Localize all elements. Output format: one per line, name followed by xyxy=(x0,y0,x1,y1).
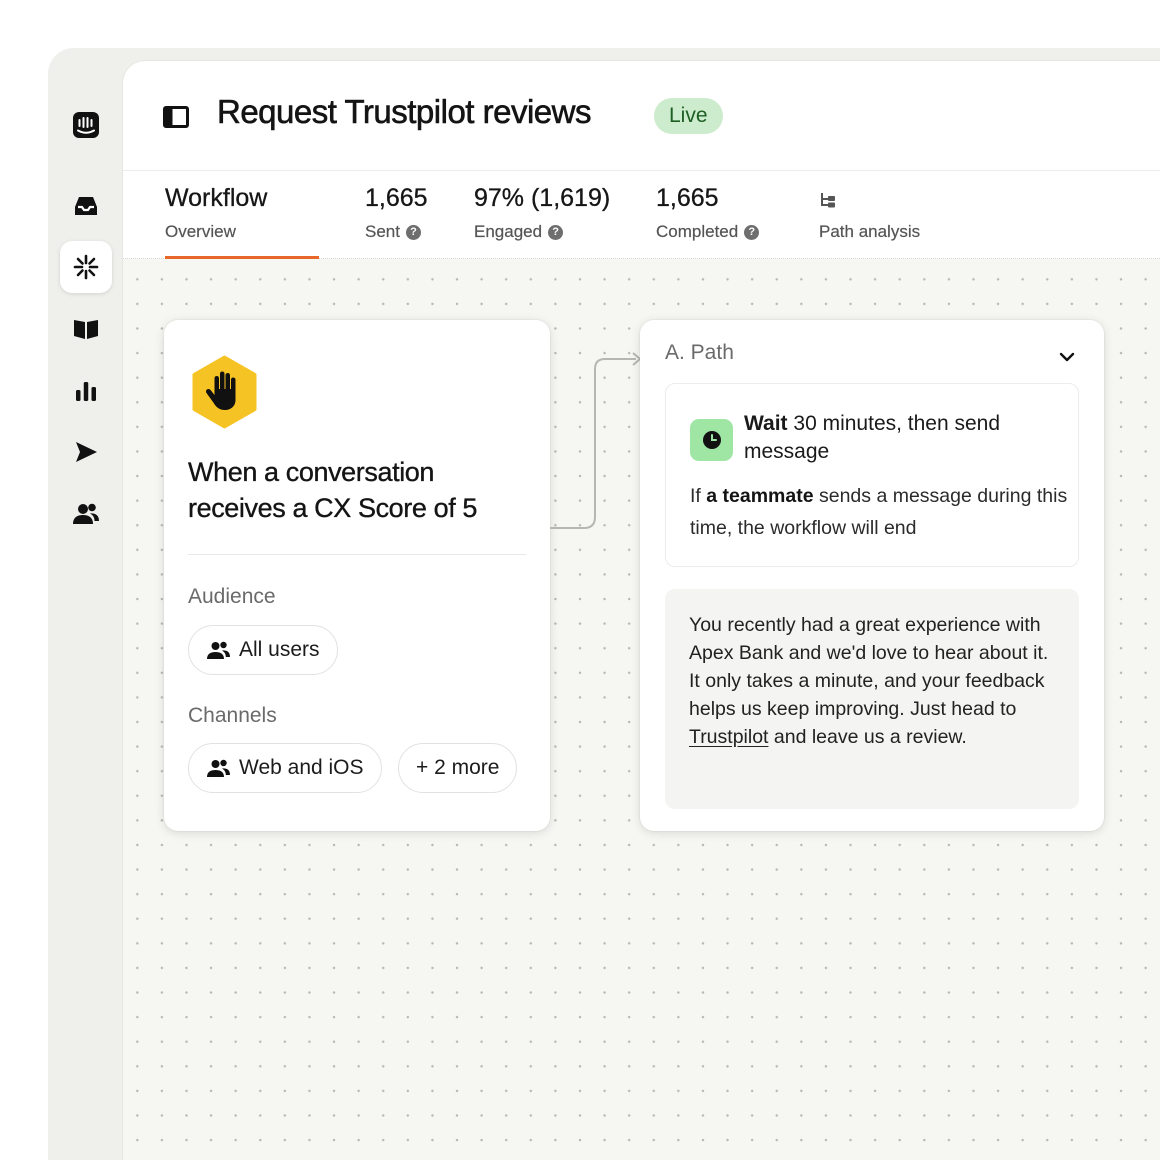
chevron-down-icon[interactable] xyxy=(1057,347,1077,367)
stat-completed[interactable]: 1,665 Completed ? xyxy=(656,171,786,259)
stat-sent-label: Sent ? xyxy=(365,222,421,242)
wait-step[interactable]: Wait 30 minutes, then send message If a … xyxy=(665,383,1079,567)
help-icon[interactable]: ? xyxy=(744,224,760,240)
users-icon xyxy=(207,759,230,777)
path-analysis-label: Path analysis xyxy=(819,222,921,241)
workflow-editor: Request Trustpilot reviews Live Workflow… xyxy=(123,61,1160,1160)
tab-subtitle: Overview xyxy=(165,222,236,241)
sidebar-item-inbox[interactable] xyxy=(60,180,112,232)
sidebar-item-workflows[interactable] xyxy=(60,241,112,293)
more-channels-chip[interactable]: + 2 more xyxy=(398,743,518,793)
sidebar-item-reports[interactable] xyxy=(60,365,112,417)
hand-stop-icon xyxy=(192,355,257,429)
clock-icon xyxy=(690,419,733,461)
path-card[interactable]: A. Path Wait 30 minutes, then send messa… xyxy=(640,320,1104,831)
sidebar-item-contacts[interactable] xyxy=(60,488,112,540)
stat-engaged-label: Engaged ? xyxy=(474,222,564,242)
workflow-canvas[interactable]: When a conversation receives a CX Score … xyxy=(123,259,1160,1160)
sidebar-item-outbound[interactable] xyxy=(60,426,112,478)
stat-completed-value: 1,665 xyxy=(656,184,719,212)
send-icon xyxy=(76,442,97,462)
intercom-logo-icon xyxy=(73,112,99,138)
stat-completed-label: Completed ? xyxy=(656,222,760,242)
help-icon[interactable]: ? xyxy=(405,224,421,240)
stat-engaged-value: 97% (1,619) xyxy=(474,184,611,212)
sidebar-item-knowledge[interactable] xyxy=(60,302,112,354)
more-channels-label: + 2 more xyxy=(416,756,500,779)
wait-step-title: Wait 30 minutes, then send message xyxy=(744,412,1001,463)
users-icon xyxy=(73,503,99,524)
sidebar-toggle-icon[interactable] xyxy=(163,106,189,128)
connector-arrow xyxy=(550,352,641,529)
wait-step-note: If a teammate sends a message during thi… xyxy=(690,485,1068,539)
channels-chip[interactable]: Web and iOS xyxy=(188,743,382,793)
sidebar-item-logo[interactable] xyxy=(60,99,112,151)
stat-sent[interactable]: 1,665 Sent ? xyxy=(365,171,455,259)
inbox-icon xyxy=(75,197,97,215)
users-icon xyxy=(207,641,230,659)
audience-label: Audience xyxy=(188,585,276,608)
channels-chip-label: Web and iOS xyxy=(239,756,364,779)
path-tree-icon xyxy=(821,193,835,208)
workflow-burst-icon xyxy=(73,254,99,280)
audience-chip[interactable]: All users xyxy=(188,625,338,675)
trigger-card[interactable]: When a conversation receives a CX Score … xyxy=(164,320,550,831)
stat-sent-value: 1,665 xyxy=(365,184,428,212)
message-text: You recently had a great experience with… xyxy=(689,614,1049,748)
help-icon[interactable]: ? xyxy=(548,224,564,240)
audience-chip-label: All users xyxy=(239,638,320,661)
bar-chart-icon xyxy=(76,382,96,401)
channels-label: Channels xyxy=(188,704,277,727)
status-badge: Live xyxy=(654,98,723,134)
trustpilot-link[interactable]: Trustpilot xyxy=(689,726,768,748)
message-step[interactable]: You recently had a great experience with… xyxy=(665,589,1079,809)
path-title: A. Path xyxy=(665,341,734,364)
tab-title: Workflow xyxy=(165,184,268,212)
trigger-title: When a conversation receives a CX Score … xyxy=(188,457,478,523)
book-icon xyxy=(74,320,98,339)
stats-bar: Workflow Overview 1,665 Sent ? 97% (1,61… xyxy=(123,171,1160,259)
divider xyxy=(188,554,526,555)
page-header: Request Trustpilot reviews Live xyxy=(123,61,1160,171)
tab-path-analysis[interactable]: Path analysis xyxy=(819,171,949,259)
page-title: Request Trustpilot reviews xyxy=(217,93,592,131)
stat-engaged[interactable]: 97% (1,619) Engaged ? xyxy=(474,171,624,259)
sidebar-rail xyxy=(48,48,124,1160)
tab-workflow-overview[interactable]: Workflow Overview xyxy=(165,171,325,259)
